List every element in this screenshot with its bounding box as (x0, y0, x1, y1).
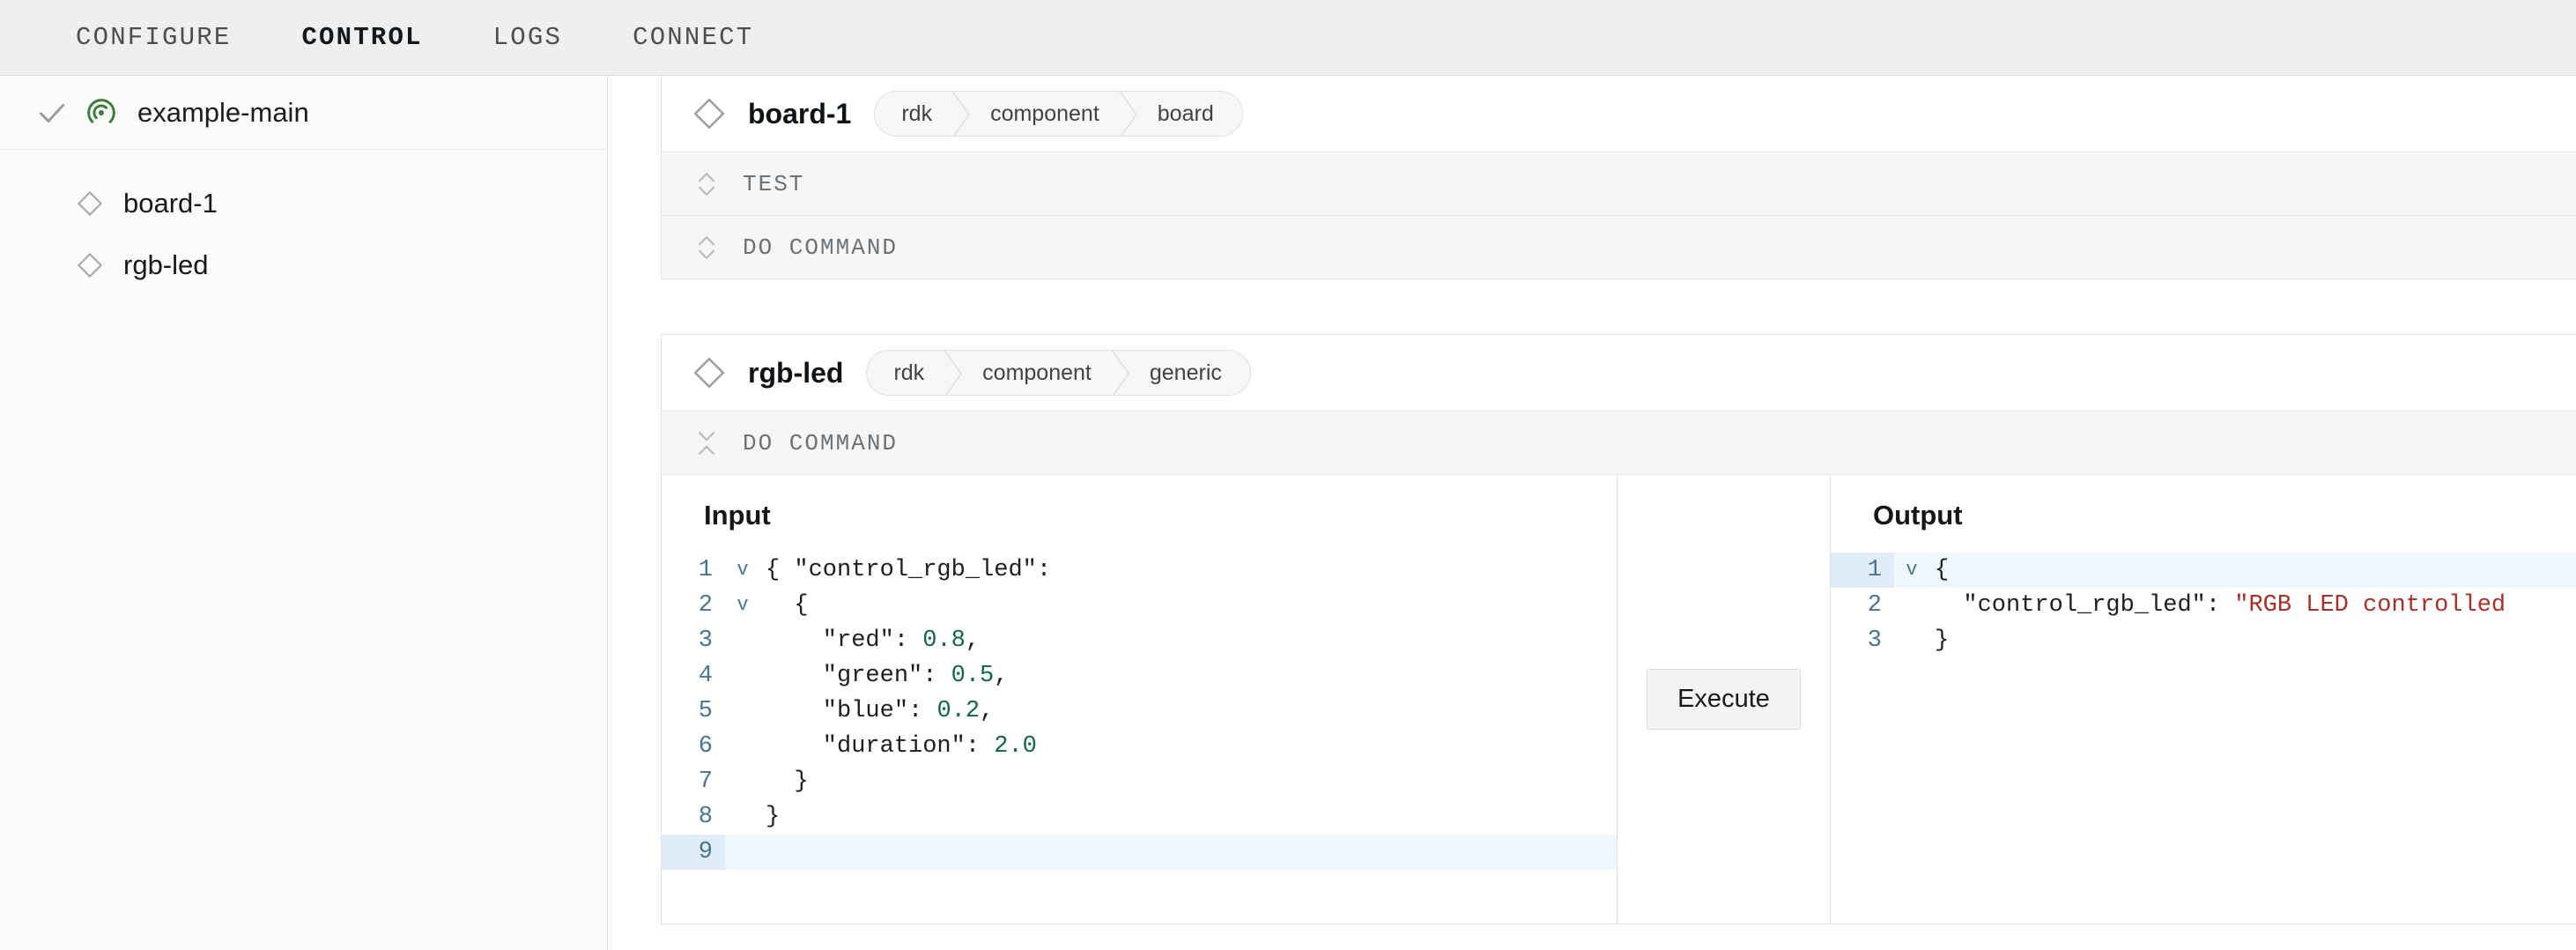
code-line[interactable]: 9 (662, 835, 1617, 870)
code-line[interactable]: 2 "control_rgb_led": "RGB LED controlled (1831, 588, 2576, 623)
chevron-right-icon (1111, 351, 1130, 395)
breadcrumb-segment: rdk (901, 100, 933, 126)
code-text: { "control_rgb_led": (766, 557, 1052, 583)
code-text: "green": 0.5, (766, 663, 1009, 689)
line-number: 2 (1867, 592, 1882, 619)
code-text: "control_rgb_led": "RGB LED controlled (1935, 592, 2506, 619)
chevron-right-icon (951, 92, 971, 136)
breadcrumb-segment: component (982, 360, 1092, 385)
sidebar: example-main board-1 rgb-led (0, 76, 608, 950)
top-tab-bar: CONFIGURE CONTROL LOGS CONNECT (0, 0, 2576, 76)
input-code-editor[interactable]: 1 v{ "control_rgb_led": 2 v {3 "red": 0.8, 4… (662, 553, 1617, 870)
line-number: 9 (662, 835, 725, 870)
code-line[interactable]: 3} (1831, 623, 2576, 658)
resource-card-rgb-led: rgb-led rdk component generic DO COMMAND… (661, 334, 2576, 924)
line-number: 6 (698, 733, 713, 760)
signal-icon (87, 98, 115, 123)
section-toggle-do-command[interactable]: DO COMMAND (662, 411, 2576, 474)
code-text: } (766, 768, 809, 795)
code-line[interactable]: 1 v{ "control_rgb_led": (662, 553, 1617, 588)
chevron-expand-icon (699, 235, 714, 259)
tab-logs[interactable]: LOGS (458, 23, 597, 52)
sidebar-part-list: board-1 rgb-led (0, 150, 607, 296)
code-text: "red": 0.8, (766, 627, 981, 654)
code-line[interactable]: 3 "red": 0.8, (662, 623, 1617, 658)
card-title: rgb-led (748, 356, 844, 389)
output-code-viewer[interactable]: 1 v{2 "control_rgb_led": "RGB LED control… (1831, 553, 2576, 658)
breadcrumb-segment: component (990, 100, 1099, 126)
breadcrumb: rdk component board (874, 91, 1243, 137)
card-header[interactable]: board-1 rdk component board (662, 76, 2576, 152)
sidebar-machine-label: example-main (137, 96, 309, 128)
tab-control[interactable]: CONTROL (266, 23, 457, 52)
diamond-icon (77, 190, 103, 217)
breadcrumb-segment: rdk (893, 360, 925, 385)
chevron-right-icon (1119, 92, 1138, 136)
section-toggle-do-command[interactable]: DO COMMAND (662, 215, 2576, 278)
chevron-expand-icon (699, 172, 714, 196)
breadcrumb-segment: board (1157, 100, 1214, 126)
sidebar-item-rgb-led[interactable]: rgb-led (0, 234, 607, 296)
line-number: 2 (698, 592, 713, 619)
breadcrumb: rdk component generic (866, 350, 1251, 396)
section-label: TEST (743, 170, 805, 197)
output-pane: Output 1 v{2 "control_rgb_led": "RGB LED … (1831, 475, 2576, 924)
output-pane-title: Output (1873, 500, 1963, 531)
fold-chevron-icon[interactable]: v (1894, 553, 1929, 588)
diamond-icon (693, 357, 725, 389)
line-number: 5 (698, 698, 713, 724)
chevron-collapse-icon (699, 431, 714, 455)
input-pane-title: Input (704, 500, 771, 531)
check-icon (39, 103, 65, 122)
execute-button[interactable]: Execute (1647, 669, 1801, 730)
diamond-icon (77, 252, 103, 278)
sidebar-part-label: rgb-led (123, 249, 209, 280)
code-line[interactable]: 8} (662, 799, 1617, 835)
main-content: board-1 rdk component board TEST DO COMM… (608, 76, 2576, 950)
section-label: DO COMMAND (743, 429, 899, 456)
code-text: } (766, 804, 781, 830)
code-line[interactable]: 2v { (662, 588, 1617, 623)
code-text: } (1935, 627, 1950, 654)
code-text: { (1935, 557, 1950, 583)
code-text: { (766, 592, 809, 619)
line-number: 7 (698, 768, 713, 795)
section-toggle-test[interactable]: TEST (662, 152, 2576, 215)
card-header[interactable]: rgb-led rdk component generic (662, 335, 2576, 411)
line-number: 3 (1867, 627, 1882, 654)
do-command-panel: Input 1 v{ "control_rgb_led": 2 v {3 "red":… (662, 474, 2576, 924)
execute-pane: Execute (1617, 475, 1831, 924)
code-text: "duration": 2.0 (766, 733, 1037, 760)
line-number: 4 (698, 663, 713, 689)
code-line[interactable]: 6 "duration": 2.0 (662, 729, 1617, 764)
sidebar-item-board-1[interactable]: board-1 (0, 173, 607, 234)
code-line[interactable]: 7 } (662, 764, 1617, 799)
breadcrumb-segment: generic (1149, 360, 1222, 385)
sidebar-item-example-main[interactable]: example-main (0, 76, 607, 150)
chevron-right-icon (944, 351, 963, 395)
code-line[interactable]: 5 "blue": 0.2, (662, 694, 1617, 729)
tab-connect[interactable]: CONNECT (597, 23, 788, 52)
line-number: 1 (698, 557, 713, 583)
line-number: 8 (698, 804, 713, 830)
tab-configure[interactable]: CONFIGURE (41, 23, 266, 52)
fold-chevron-icon[interactable]: v (725, 588, 760, 623)
code-line[interactable]: 4 "green": 0.5, (662, 658, 1617, 694)
app-body: example-main board-1 rgb-led board-1 rdk… (0, 76, 2576, 950)
line-number: 3 (698, 627, 713, 654)
line-number: 1 (1831, 553, 1894, 588)
code-line[interactable]: 1 v{ (1831, 553, 2576, 588)
card-title: board-1 (748, 97, 852, 130)
diamond-icon (693, 98, 725, 130)
input-pane: Input 1 v{ "control_rgb_led": 2 v {3 "red":… (662, 475, 1617, 924)
section-label: DO COMMAND (743, 234, 899, 261)
sidebar-part-label: board-1 (123, 188, 218, 219)
code-text: "blue": 0.2, (766, 698, 995, 724)
fold-chevron-icon[interactable]: v (725, 553, 760, 588)
resource-card-board-1: board-1 rdk component board TEST DO COMM… (661, 76, 2576, 279)
